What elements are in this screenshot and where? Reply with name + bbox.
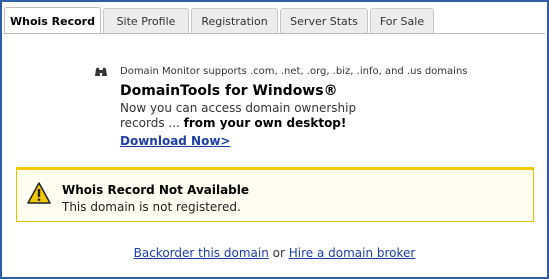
binoculars-icon <box>95 67 107 76</box>
notice-box: Whois Record Not Available This domain i… <box>16 167 534 222</box>
promo-body-bold: from your own desktop! <box>183 116 347 130</box>
tab-for-sale[interactable]: For Sale <box>370 8 434 33</box>
tab-bar: Whois Record Site Profile Registration S… <box>4 0 545 34</box>
tab-site-profile[interactable]: Site Profile <box>103 8 189 33</box>
tab-divider <box>4 33 545 34</box>
action-links: Backorder this domain or Hire a domain b… <box>0 246 549 260</box>
window-frame <box>0 0 549 279</box>
notice-title: Whois Record Not Available <box>62 183 250 197</box>
tab-whois-record[interactable]: Whois Record <box>4 7 101 34</box>
tab-registration[interactable]: Registration <box>191 8 278 33</box>
domain-monitor-note: Domain Monitor supports .com, .net, .org… <box>120 66 468 77</box>
hire-broker-link[interactable]: Hire a domain broker <box>289 246 416 260</box>
promo-title: DomainTools for Windows® <box>120 83 338 99</box>
notice-text: This domain is not registered. <box>62 200 241 214</box>
tab-server-stats[interactable]: Server Stats <box>280 8 368 33</box>
backorder-domain-link[interactable]: Backorder this domain <box>134 246 269 260</box>
download-now-link[interactable]: Download Now> <box>120 134 230 148</box>
links-separator: or <box>272 246 285 260</box>
promo-body: Now you can access domain ownership reco… <box>120 101 380 131</box>
warning-icon <box>27 182 51 204</box>
